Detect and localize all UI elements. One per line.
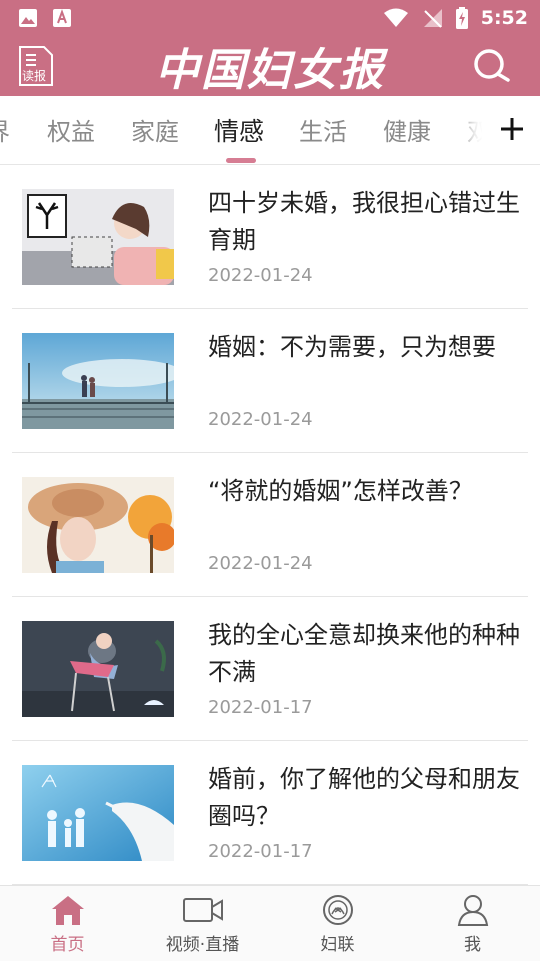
article-item[interactable]: 四十岁未婚，我很担心错过生育期 2022-01-24 <box>12 165 528 309</box>
article-title[interactable]: 我的全心全意却换来他的种种不满 <box>208 617 526 691</box>
app-bar: 读报 中国妇女报 <box>0 36 540 96</box>
search-icon <box>474 49 510 82</box>
home-icon <box>51 896 84 925</box>
battery-charging-icon <box>455 7 468 29</box>
article-title[interactable]: “将就的婚姻”怎样改善？ <box>208 473 526 510</box>
federation-emblem-icon <box>322 895 353 925</box>
article-date: 2022-01-24 <box>208 553 313 574</box>
app-logo: 中国妇女报 <box>155 45 385 96</box>
article-thumbnail <box>22 765 174 861</box>
video-icon <box>182 898 223 922</box>
plus-icon <box>501 118 523 140</box>
status-time: 5:52 <box>480 7 528 29</box>
article-date: 2022-01-17 <box>208 697 313 718</box>
read-newspaper-button[interactable]: 读报 <box>18 46 54 86</box>
nav-profile[interactable]: 我 <box>405 886 540 961</box>
article-title[interactable]: 婚姻：不为需要，只为想要 <box>208 329 526 366</box>
no-signal-icon <box>423 9 442 28</box>
nav-home[interactable]: 首页 <box>0 886 135 961</box>
bottom-nav: 首页 视频·直播 妇联 我 <box>0 885 540 961</box>
article-date: 2022-01-17 <box>208 841 313 862</box>
status-bar: 5:52 <box>0 0 540 36</box>
add-channel-button[interactable] <box>482 96 540 162</box>
profile-icon <box>457 895 488 926</box>
nav-profile-label: 我 <box>464 935 481 955</box>
tab-family[interactable]: 家庭 <box>131 112 179 147</box>
nav-federation[interactable]: 妇联 <box>270 886 405 961</box>
newspaper-icon: 读报 <box>19 46 53 86</box>
nav-federation-label: 妇联 <box>320 935 355 955</box>
tab-emotion[interactable]: 情感 <box>214 112 264 148</box>
article-date: 2022-01-24 <box>208 409 313 430</box>
article-thumbnail <box>22 333 174 429</box>
read-label: 读报 <box>22 68 46 83</box>
tab-rights[interactable]: 权益 <box>47 112 95 147</box>
article-item[interactable]: “将就的婚姻”怎样改善？ 2022-01-24 <box>12 453 528 597</box>
article-thumbnail <box>22 189 174 285</box>
search-button[interactable] <box>472 48 512 84</box>
nav-video-live[interactable]: 视频·直播 <box>135 886 270 961</box>
article-item[interactable]: 婚姻：不为需要，只为想要 2022-01-24 <box>12 309 528 453</box>
article-item[interactable]: 婚前，你了解他的父母和朋友圈吗？ 2022-01-17 <box>12 741 528 885</box>
article-list: 四十岁未婚，我很担心错过生育期 2022-01-24 婚姻：不为需要，只为想要 … <box>0 165 540 885</box>
article-thumbnail <box>22 477 174 573</box>
article-date: 2022-01-24 <box>208 265 313 286</box>
nav-video-live-label: 视频·直播 <box>165 935 240 955</box>
article-thumbnail <box>22 621 174 717</box>
wifi-icon <box>383 8 408 27</box>
tab-partial-left[interactable]: 界 <box>0 112 10 147</box>
article-item[interactable]: 我的全心全意却换来他的种种不满 2022-01-17 <box>12 597 528 741</box>
article-title[interactable]: 婚前，你了解他的父母和朋友圈吗？ <box>208 761 526 835</box>
nav-home-label: 首页 <box>50 935 85 955</box>
tab-health[interactable]: 健康 <box>383 112 431 147</box>
category-tabs: 界 权益 家庭 情感 生活 健康 双 <box>0 96 540 165</box>
text-notification-icon <box>53 9 71 27</box>
article-title[interactable]: 四十岁未婚，我很担心错过生育期 <box>208 185 526 259</box>
active-tab-indicator <box>226 158 256 163</box>
tab-life[interactable]: 生活 <box>299 112 347 147</box>
gallery-notification-icon <box>19 9 37 27</box>
